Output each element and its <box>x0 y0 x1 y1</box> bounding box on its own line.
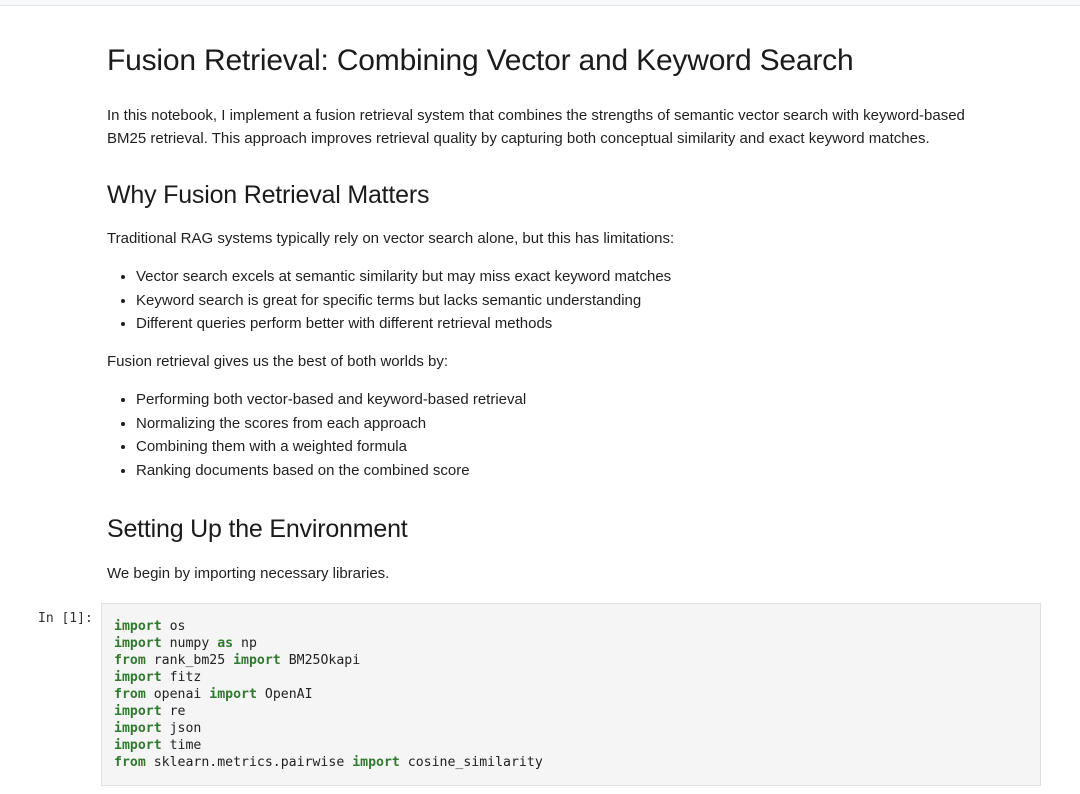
code-line: import re <box>114 704 186 719</box>
code-line: from rank_bm25 import BM25Okapi <box>114 653 361 668</box>
list-item: Ranking documents based on the combined … <box>136 459 526 483</box>
cell-prompt: In [1]: <box>38 611 93 626</box>
list-item: Different queries perform better with di… <box>136 312 671 336</box>
list-item: Combining them with a weighted formula <box>136 435 526 459</box>
code-line: import json <box>114 721 202 736</box>
list-item: Keyword search is great for specific ter… <box>136 289 671 313</box>
code-cell[interactable]: import os import numpy as np from rank_b… <box>101 603 1041 786</box>
notebook-title: Fusion Retrieval: Combining Vector and K… <box>107 44 854 77</box>
section-heading-setup: Setting Up the Environment <box>107 515 408 543</box>
section-heading-why: Why Fusion Retrieval Matters <box>107 181 430 209</box>
limitations-list: Vector search excels at semantic similar… <box>107 265 671 336</box>
list-item: Vector search excels at semantic similar… <box>136 265 671 289</box>
setup-paragraph: We begin by importing necessary librarie… <box>107 565 390 582</box>
code-line: import time <box>114 738 202 753</box>
notebook-top-border <box>0 0 1080 6</box>
benefits-list: Performing both vector-based and keyword… <box>107 388 526 482</box>
code-line: import fitz <box>114 670 202 685</box>
section-paragraph: Traditional RAG systems typically rely o… <box>107 230 675 247</box>
section-paragraph-2: Fusion retrieval gives us the best of bo… <box>107 353 449 370</box>
list-item: Normalizing the scores from each approac… <box>136 412 526 436</box>
code-line: import numpy as np <box>114 636 257 651</box>
code-line: import os <box>114 619 186 634</box>
intro-paragraph: In this notebook, I implement a fusion r… <box>107 107 965 147</box>
code-line: from openai import OpenAI <box>114 687 313 702</box>
list-item: Performing both vector-based and keyword… <box>136 388 526 412</box>
code-line: from sklearn.metrics.pairwise import cos… <box>114 755 543 770</box>
